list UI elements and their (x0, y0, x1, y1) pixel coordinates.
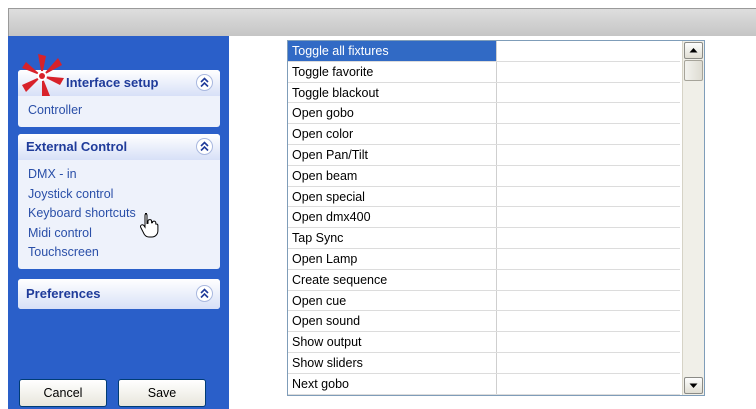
table-row[interactable]: Open Pan/Tilt (288, 144, 680, 166)
panel-body: Controller (18, 96, 220, 127)
shortcut-key-cell[interactable] (497, 41, 680, 61)
shortcut-name-cell[interactable]: Open special (288, 186, 497, 207)
panel-header-external-control[interactable]: External Control (18, 134, 220, 160)
shortcut-key-cell[interactable] (497, 270, 680, 290)
sidebar-item-controller[interactable]: Controller (18, 101, 220, 121)
panel-preferences: Preferences (18, 279, 220, 309)
double-chevron-up-icon[interactable] (196, 74, 213, 91)
sidebar: Interface setup Controller External Cont… (8, 36, 229, 409)
shortcut-key-cell[interactable] (497, 311, 680, 331)
shortcut-key-cell[interactable] (497, 62, 680, 82)
shortcut-name-cell[interactable]: Create sequence (288, 269, 497, 290)
shortcut-key-cell[interactable] (497, 249, 680, 269)
table-row[interactable]: Tap Sync (288, 228, 680, 249)
table-row[interactable]: Open beam (288, 165, 680, 187)
shortcut-name-cell[interactable]: Open dmx400 (288, 207, 497, 228)
shortcut-name-cell[interactable]: Tap Sync (288, 228, 497, 248)
table-row[interactable]: Open cue (288, 290, 680, 312)
shortcut-key-cell[interactable] (497, 228, 680, 248)
double-chevron-up-icon[interactable] (196, 138, 213, 155)
shortcut-key-cell[interactable] (497, 207, 680, 227)
save-button[interactable]: Save (118, 379, 206, 407)
shortcut-name-cell[interactable]: Open sound (288, 311, 497, 332)
table-row[interactable]: Show output (288, 332, 680, 353)
sidebar-item-keyboard-shortcuts[interactable]: Keyboard shortcuts (18, 204, 220, 224)
sidebar-item-midi-control[interactable]: Midi control (18, 224, 220, 244)
cancel-button[interactable]: Cancel (19, 379, 107, 407)
table-row[interactable]: Open special (288, 186, 680, 208)
shortcut-name-cell[interactable]: Show sliders (288, 352, 497, 373)
table-row[interactable]: Open Lamp (288, 248, 680, 270)
table-row[interactable]: Toggle favorite (288, 61, 680, 83)
scroll-thumb[interactable] (684, 60, 703, 81)
arrow-up-icon (689, 48, 698, 53)
shortcuts-pane: Toggle all fixtures Toggle favorite Toggle… (229, 36, 756, 409)
shortcut-key-cell[interactable] (497, 145, 680, 165)
shortcut-key-cell[interactable] (497, 83, 680, 103)
panel-title: External Control (26, 139, 128, 154)
vertical-scrollbar[interactable] (682, 41, 704, 395)
starburst-logo-icon (22, 54, 64, 96)
shortcut-name-cell[interactable]: Show output (288, 332, 497, 352)
shortcut-name-cell[interactable]: Open Lamp (288, 248, 497, 269)
table-row[interactable]: Open dmx400 (288, 207, 680, 229)
shortcut-name-cell[interactable]: Open beam (288, 165, 497, 186)
table-row[interactable]: Open gobo (288, 103, 680, 125)
shortcut-name-cell[interactable]: Toggle favorite (288, 61, 497, 82)
shortcuts-rows: Toggle all fixtures Toggle favorite Toggle… (288, 41, 680, 395)
shortcut-name-cell[interactable]: Open color (288, 124, 497, 144)
shortcut-name-cell[interactable]: Toggle all fixtures (288, 41, 497, 61)
table-row[interactable]: Show sliders (288, 352, 680, 374)
panel-title: Interface setup (66, 75, 159, 90)
sidebar-item-joystick-control[interactable]: Joystick control (18, 185, 220, 205)
table-row[interactable]: Create sequence (288, 269, 680, 291)
shortcut-name-cell[interactable]: Next gobo (288, 373, 497, 394)
shortcut-name-cell[interactable]: Open Pan/Tilt (288, 144, 497, 165)
shortcut-key-cell[interactable] (497, 166, 680, 186)
double-chevron-up-icon[interactable] (196, 285, 213, 302)
panel-external-control: External Control DMX - in Joystick contr… (18, 134, 220, 269)
shortcut-name-cell[interactable]: Toggle blackout (288, 82, 497, 103)
table-row[interactable]: Next gobo (288, 373, 680, 395)
sidebar-item-dmx-in[interactable]: DMX - in (18, 165, 220, 185)
shortcut-key-cell[interactable] (497, 187, 680, 207)
shortcut-key-cell[interactable] (497, 291, 680, 311)
panel-header-preferences[interactable]: Preferences (18, 279, 220, 309)
scroll-up-button[interactable] (684, 42, 703, 59)
shortcut-key-cell[interactable] (497, 103, 680, 123)
hand-pointer-icon (139, 213, 159, 238)
table-row[interactable]: Open sound (288, 311, 680, 333)
sidebar-item-touchscreen[interactable]: Touchscreen (18, 243, 220, 263)
shortcut-key-cell[interactable] (497, 374, 680, 394)
shortcuts-table: Toggle all fixtures Toggle favorite Toggle… (287, 40, 705, 396)
scroll-down-button[interactable] (684, 377, 703, 394)
window-frame-top (8, 8, 756, 37)
panel-body: DMX - in Joystick control Keyboard short… (18, 160, 220, 269)
table-row[interactable]: Toggle all fixtures (288, 41, 680, 62)
shortcut-name-cell[interactable]: Open gobo (288, 103, 497, 124)
panel-title: Preferences (26, 286, 101, 301)
table-row[interactable]: Open color (288, 124, 680, 145)
shortcut-name-cell[interactable]: Open cue (288, 290, 497, 311)
arrow-down-icon (689, 383, 698, 388)
shortcut-key-cell[interactable] (497, 124, 680, 144)
shortcut-key-cell[interactable] (497, 332, 680, 352)
table-row[interactable]: Toggle blackout (288, 82, 680, 104)
shortcut-key-cell[interactable] (497, 353, 680, 373)
